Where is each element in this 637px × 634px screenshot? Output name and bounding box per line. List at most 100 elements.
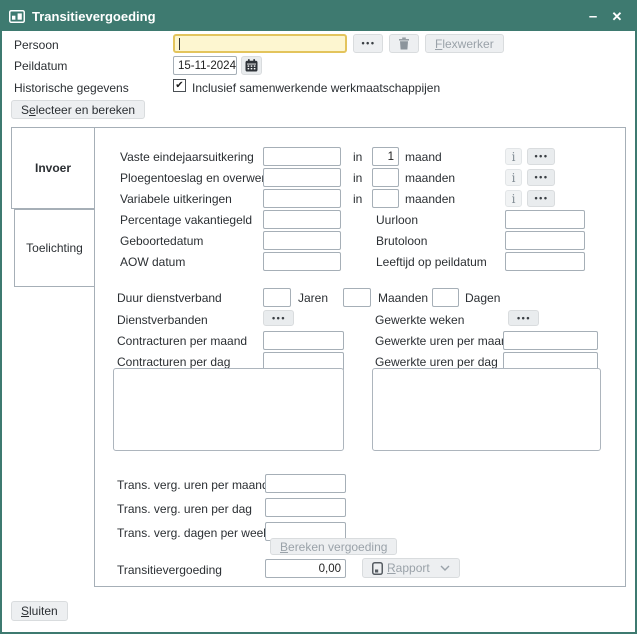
geboortedatum-label: Geboortedatum: [120, 234, 203, 248]
browse-button-2[interactable]: •••: [527, 169, 555, 186]
chevron-down-icon: [440, 565, 450, 571]
maand-count-input-3[interactable]: [372, 189, 399, 208]
leeftijd-op-peildatum-label: Leeftijd op peildatum: [376, 255, 487, 269]
uurloon-label: Uurloon: [376, 213, 418, 227]
gewerkte-weken-label: Gewerkte weken: [375, 313, 464, 327]
dagen-label: Dagen: [465, 291, 500, 305]
gewerkte-uren-per-maand-input[interactable]: [503, 331, 598, 350]
info-button-2[interactable]: i: [505, 169, 522, 186]
contracturen-per-maand-input[interactable]: [263, 331, 344, 350]
vaste-eindejaarsuitkering-input[interactable]: [263, 147, 341, 166]
tab-invoer[interactable]: Invoer: [11, 127, 95, 209]
selecteer-en-bereken-button[interactable]: Selecteer en bereken: [11, 100, 145, 119]
brutoloon-label: Brutoloon: [376, 234, 427, 248]
close-button[interactable]: ✕: [605, 2, 629, 31]
maand-unit-label-3: maanden: [405, 192, 455, 206]
variabele-uitkeringen-label: Variabele uitkeringen: [120, 192, 232, 206]
trans-verg-uren-per-maand-label: Trans. verg. uren per maand: [117, 478, 269, 492]
bereken-vergoeding-button[interactable]: Bereken vergoeding: [270, 538, 397, 555]
in-label-3: in: [353, 192, 362, 206]
inclusief-checkbox[interactable]: ✔: [173, 79, 186, 92]
ploegentoeslag-label: Ploegentoeslag en overwerk: [120, 171, 271, 185]
sluiten-label-key: S: [21, 604, 29, 618]
info-icon: i: [512, 150, 516, 164]
contracturen-per-dag-label: Contracturen per dag: [117, 355, 230, 369]
maand-unit-label-2: maanden: [405, 171, 455, 185]
ellipsis-icon: •••: [534, 173, 549, 182]
in-label-1: in: [353, 150, 362, 164]
app-card-icon: [9, 10, 25, 23]
transitievergoeding-window: Transitievergoeding – ✕ Persoon ••• Flex…: [0, 0, 637, 634]
variabele-uitkeringen-input[interactable]: [263, 189, 341, 208]
ellipsis-icon: •••: [534, 152, 549, 161]
calendar-button[interactable]: [241, 56, 262, 75]
info-button-1[interactable]: i: [505, 148, 522, 165]
geboortedatum-input[interactable]: [263, 231, 341, 250]
percentage-vakantiegeld-label: Percentage vakantiegeld: [120, 213, 252, 227]
gewerkte-weken-browse-button[interactable]: •••: [508, 310, 539, 326]
ellipsis-icon: •••: [534, 194, 549, 203]
duur-dienstverband-label: Duur dienstverband: [117, 291, 222, 305]
maand-count-input-2[interactable]: [372, 168, 399, 187]
info-button-3[interactable]: i: [505, 190, 522, 207]
sluiten-label: luiten: [29, 604, 58, 618]
aow-datum-input[interactable]: [263, 252, 341, 271]
uurloon-input[interactable]: [505, 210, 585, 229]
tab-toelichting-label: Toelichting: [26, 241, 83, 255]
dienstverbanden-label: Dienstverbanden: [117, 313, 208, 327]
historische-gegevens-label: Historische gegevens: [14, 81, 129, 95]
info-icon: i: [512, 192, 516, 206]
persoon-input[interactable]: [173, 34, 347, 53]
ellipsis-icon: •••: [271, 314, 286, 323]
trash-icon: [398, 37, 410, 50]
ellipsis-icon: •••: [516, 314, 531, 323]
inclusief-label: Inclusief samenwerkende werkmaatschappij…: [192, 81, 440, 95]
titlebar: Transitievergoeding – ✕: [2, 2, 635, 31]
tab-toelichting[interactable]: Toelichting: [14, 209, 95, 287]
persoon-browse-button[interactable]: •••: [353, 34, 383, 53]
percentage-vakantiegeld-input[interactable]: [263, 210, 341, 229]
rapport-button[interactable]: Rapport: [362, 558, 460, 578]
duur-maanden-input[interactable]: [343, 288, 371, 307]
sluiten-button[interactable]: Sluiten: [11, 601, 68, 621]
trans-verg-uren-per-dag-label: Trans. verg. uren per dag: [117, 502, 252, 516]
browse-button-1[interactable]: •••: [527, 148, 555, 165]
ploegentoeslag-input[interactable]: [263, 168, 341, 187]
trans-verg-dagen-per-week-label: Trans. verg. dagen per week: [117, 526, 269, 540]
rapport-label: apport: [396, 561, 430, 575]
duur-jaren-input[interactable]: [263, 288, 291, 307]
leeftijd-op-peildatum-input[interactable]: [505, 252, 585, 271]
aow-datum-label: AOW datum: [120, 255, 185, 269]
flexwerker-button[interactable]: Flexwerker: [425, 34, 504, 53]
checkmark-icon: ✔: [175, 81, 183, 91]
minimize-button[interactable]: –: [581, 2, 605, 31]
duur-dagen-input[interactable]: [432, 288, 459, 307]
jaren-label: Jaren: [298, 291, 328, 305]
peildatum-input[interactable]: 15-11-2024: [173, 56, 237, 75]
in-label-2: in: [353, 171, 362, 185]
ellipsis-icon: •••: [361, 39, 376, 48]
transitievergoeding-input[interactable]: 0,00: [265, 559, 346, 578]
selecteer-label-key: e: [29, 103, 36, 117]
contracturen-list[interactable]: [113, 368, 344, 451]
dienstverbanden-browse-button[interactable]: •••: [263, 310, 294, 326]
selecteer-label: lecteer en bereken: [36, 103, 135, 117]
window-title: Transitievergoeding: [32, 9, 156, 24]
tab-invoer-label: Invoer: [35, 161, 71, 175]
maand-count-input-1[interactable]: 1: [372, 147, 399, 166]
gewerkte-uren-per-maand-label: Gewerkte uren per maand: [375, 334, 514, 348]
trans-verg-uren-per-maand-input[interactable]: [265, 474, 346, 493]
trans-verg-uren-per-dag-input[interactable]: [265, 498, 346, 517]
persoon-delete-button[interactable]: [389, 34, 419, 53]
gewerkte-uren-list[interactable]: [372, 368, 601, 451]
selecteer-label-pre: S: [21, 103, 29, 117]
flexwerker-label-key: F: [435, 37, 442, 51]
browse-button-3[interactable]: •••: [527, 190, 555, 207]
rapport-label-key: R: [387, 561, 396, 575]
brutoloon-input[interactable]: [505, 231, 585, 250]
vaste-eindejaarsuitkering-label: Vaste eindejaarsuitkering: [120, 150, 254, 164]
info-icon: i: [512, 171, 516, 185]
report-document-icon: [372, 562, 383, 575]
gewerkte-uren-per-dag-label: Gewerkte uren per dag: [375, 355, 498, 369]
persoon-label: Persoon: [14, 38, 59, 52]
